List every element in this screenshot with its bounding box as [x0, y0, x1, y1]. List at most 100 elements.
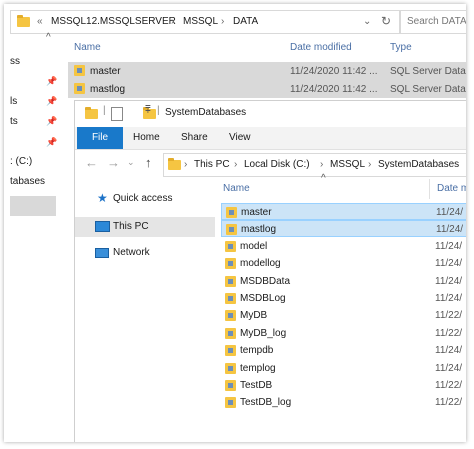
divider: |	[157, 105, 160, 116]
chevron-right-icon: ›	[171, 16, 175, 27]
back-search-input[interactable]: Search DATA	[400, 10, 466, 34]
tab-view[interactable]: View	[229, 132, 251, 143]
file-date: 11/22/	[435, 397, 463, 409]
list-item[interactable]: MyDB_log 11/22/	[221, 325, 466, 342]
column-date-modified[interactable]: Date m	[437, 183, 466, 194]
column-name[interactable]: Name	[74, 42, 101, 53]
pin-icon[interactable]: 📌	[46, 137, 57, 148]
table-row[interactable]: mastlog 11/24/2020 11:42 ... SQL Server …	[68, 80, 466, 98]
nav-fragment[interactable]: : (C:)	[10, 156, 32, 167]
file-name: MyDB_log	[240, 327, 287, 339]
nav-network[interactable]: Network	[75, 243, 215, 263]
back-nav-pane: ss 📌 ls 📌 ts 📌 📌 : (C:) tabases	[4, 4, 66, 244]
breadcrumb-this-pc[interactable]: This PC	[194, 159, 230, 170]
window-title: SystemDatabases	[165, 107, 247, 118]
chevron-down-icon[interactable]: ⌄	[363, 16, 371, 27]
file-date: 11/24/	[435, 258, 463, 270]
list-item[interactable]: mastlog 11/24/	[221, 220, 466, 238]
divider: |	[103, 105, 106, 116]
file-date: 11/22/	[435, 380, 463, 391]
breadcrumb-mssql[interactable]: MSSQL	[183, 16, 218, 27]
list-item[interactable]: TestDB_log 11/22/	[221, 394, 466, 411]
up-arrow-icon[interactable]: ↑	[145, 155, 152, 170]
database-file-icon	[225, 240, 236, 252]
list-item[interactable]: tempdb 11/24/	[221, 342, 466, 359]
chevron-right-icon: ›	[320, 159, 324, 170]
nav-fragment[interactable]: ss	[10, 56, 20, 67]
database-file-icon	[225, 293, 236, 304]
list-item[interactable]: master 11/24/	[221, 203, 466, 220]
file-name: mastlog	[90, 84, 126, 95]
file-date: 11/24/	[436, 207, 464, 218]
file-name: modellog	[240, 258, 281, 270]
back-address-bar[interactable]: « MSSQL12.MSSQLSERVER › MSSQL › DATA ⌄ ↻	[10, 10, 400, 34]
nav-this-pc[interactable]: This PC	[75, 217, 215, 237]
list-item[interactable]: modellog 11/24/	[221, 255, 466, 272]
file-date: 11/24/	[436, 224, 464, 236]
list-item[interactable]: MSDBLog 11/24/	[221, 290, 466, 307]
tab-share[interactable]: Share	[181, 132, 208, 143]
pin-icon[interactable]: 📌	[46, 116, 57, 127]
address-bar[interactable]: › This PC › Local Disk (C:) › MSSQL › Sy…	[163, 153, 466, 177]
nav-label: This PC	[113, 221, 149, 232]
breadcrumb-mssql[interactable]: MSSQL	[330, 159, 365, 170]
file-name: master	[241, 207, 272, 218]
table-row[interactable]: master 11/24/2020 11:42 ... SQL Server D…	[68, 62, 466, 80]
forward-arrow-icon[interactable]: →	[107, 155, 120, 170]
properties-icon[interactable]	[111, 107, 123, 121]
file-name: model	[240, 240, 268, 252]
column-date-modified[interactable]: Date modified	[290, 42, 352, 53]
list-item[interactable]: templog 11/24/	[221, 360, 466, 377]
list-item[interactable]: TestDB 11/22/	[221, 377, 466, 394]
file-date: 11/24/	[435, 362, 463, 374]
database-file-icon	[225, 380, 236, 391]
file-name: MSDBData	[240, 275, 291, 287]
file-date: 11/22/	[435, 327, 463, 339]
list-item[interactable]: MyDB 11/22/	[221, 307, 466, 324]
breadcrumb-data[interactable]: DATA	[233, 16, 258, 27]
nav-fragment[interactable]: tabases	[10, 176, 45, 187]
folder-icon	[85, 107, 98, 119]
pin-icon[interactable]: 📌	[46, 76, 57, 87]
list-item[interactable]: model 11/24/	[221, 238, 466, 255]
nav-label: Network	[113, 247, 150, 258]
tab-home[interactable]: Home	[133, 132, 160, 143]
computer-icon	[95, 221, 110, 232]
file-name: TestDB_log	[240, 397, 292, 409]
breadcrumb-mssql12[interactable]: MSSQL12.MSSQLSERVER	[51, 16, 176, 27]
pin-icon[interactable]: 📌	[46, 96, 57, 107]
star-icon: ★	[97, 191, 108, 205]
chevron-right-icon: ›	[221, 16, 225, 27]
ribbon-tabs: File Home Share View	[75, 127, 466, 150]
file-date: 11/24/	[435, 275, 463, 287]
database-file-icon	[225, 397, 236, 409]
breadcrumb-local-disk[interactable]: Local Disk (C:)	[244, 159, 310, 170]
list-item[interactable]: MSDBData 11/24/	[221, 273, 466, 290]
search-placeholder: Search DATA	[407, 16, 466, 27]
file-date: 11/24/	[435, 240, 463, 252]
file-name: MSDBLog	[240, 293, 286, 304]
tab-file[interactable]: File	[77, 127, 123, 149]
front-explorer-window: | ⩱ | SystemDatabases File Home Share Vi…	[74, 100, 466, 442]
nav-fragment[interactable]: ts	[10, 116, 18, 127]
back-arrow-icon[interactable]: ←	[85, 155, 98, 170]
file-name: TestDB	[240, 380, 273, 391]
database-file-icon	[225, 275, 236, 287]
chevron-right-icon: ›	[368, 159, 372, 170]
refresh-icon[interactable]: ↻	[381, 14, 391, 28]
column-name[interactable]: Name	[223, 183, 250, 194]
file-name: tempdb	[240, 345, 274, 357]
column-divider	[429, 179, 430, 199]
column-type[interactable]: Type	[390, 42, 412, 53]
breadcrumb-systemdatabases[interactable]: SystemDatabases	[378, 159, 459, 170]
file-date: 11/24/	[435, 293, 463, 304]
nav-fragment[interactable]: ls	[10, 96, 17, 107]
recent-locations-icon[interactable]: ⌄	[127, 157, 135, 168]
nav-quick-access[interactable]: ★ Quick access	[75, 189, 215, 209]
customize-toolbar-icon[interactable]: ⩱	[145, 105, 151, 116]
database-file-icon	[225, 327, 236, 339]
database-file-icon	[225, 258, 236, 270]
folder-icon	[168, 158, 181, 170]
file-name: templog	[240, 362, 276, 374]
file-name: mastlog	[241, 224, 277, 236]
